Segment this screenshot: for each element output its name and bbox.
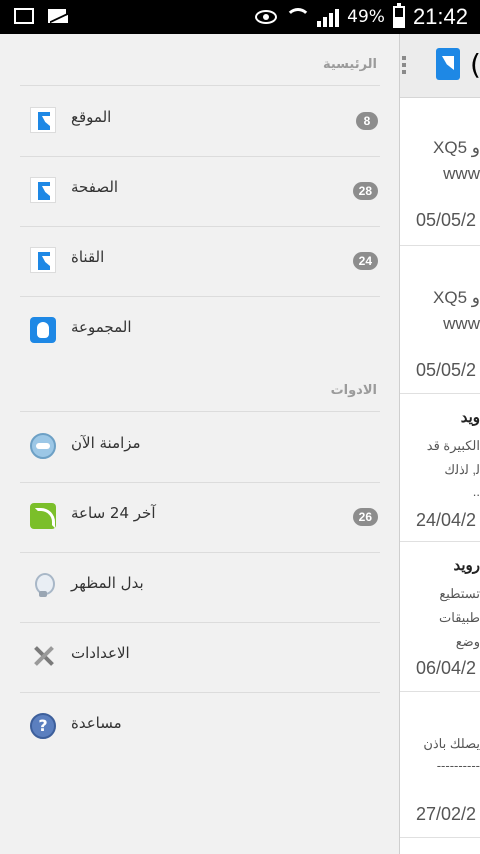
list-item[interactable]: XQ5 و www 05/05/2 xyxy=(400,246,480,394)
count-badge: 28 xyxy=(352,182,378,200)
list-item-text: ---------- xyxy=(436,758,480,773)
tools-icon xyxy=(30,643,56,669)
count-badge: 26 xyxy=(352,508,378,526)
app-toolbar: ( xyxy=(400,34,480,98)
drawer-item-label: المجموعة xyxy=(71,318,132,336)
list-item-text: ﻟ, ﻟذﻟك xyxy=(444,462,480,477)
page-logo-icon xyxy=(30,177,56,203)
list-item-text: وضع xyxy=(455,634,480,649)
drawer-item-last-24h[interactable]: آخر 24 ساعة 26 xyxy=(20,482,380,552)
clock: 21:42 xyxy=(412,4,468,29)
eye-icon xyxy=(255,10,278,24)
rss-icon xyxy=(30,503,56,529)
sync-icon xyxy=(30,433,56,459)
drawer-item-label: بدل المظهر xyxy=(71,574,144,592)
mail-icon xyxy=(48,9,68,23)
list-item-text: XQ5 و xyxy=(433,138,480,157)
list-item-date: 06/04/2 xyxy=(416,658,477,678)
drawer-item-label: مساعدة xyxy=(71,714,122,732)
group-icon xyxy=(30,317,56,343)
drawer-item-page[interactable]: الصفحة 28 xyxy=(20,156,380,226)
count-badge: 24 xyxy=(352,252,378,270)
list-item[interactable]: يصلك باذن ---------- 27/02/2 xyxy=(400,692,480,838)
list-item-date: 24/04/2 xyxy=(416,510,477,530)
list-item-text: تستطيع xyxy=(439,586,480,601)
battery-percent: 49% xyxy=(347,7,385,27)
list-item-text: الكبيرة قد xyxy=(426,438,480,453)
count-badge: 8 xyxy=(356,112,378,130)
drawer-item-label: الصفحة xyxy=(71,178,119,196)
list-item-text: www xyxy=(443,164,480,183)
wifi-icon xyxy=(285,8,312,26)
drawer-item-label: الموقع xyxy=(71,108,112,126)
status-bar: 49% 21:42 xyxy=(0,0,480,34)
gallery-icon xyxy=(14,8,34,24)
status-right: 49% 21:42 xyxy=(255,3,468,30)
drawer-item-label: القناة xyxy=(71,248,105,266)
section-header-tools: الادوات xyxy=(330,383,377,398)
section-header-main: الرئيسية xyxy=(322,57,377,72)
drawer-item-label: الاعدادات xyxy=(71,644,130,662)
list-item-date: 05/05/2 xyxy=(416,210,477,230)
overflow-menu-icon[interactable] xyxy=(402,56,406,76)
status-left xyxy=(14,8,68,24)
background-app: ( XQ5 و www 05/05/2 XQ5 و www 05/05/2 وي… xyxy=(400,34,480,854)
page-logo-icon xyxy=(30,107,56,133)
drawer-item-sync-now[interactable]: مزامنة الآن xyxy=(20,412,380,482)
drawer-item-change-theme[interactable]: بدل المظهر xyxy=(20,552,380,622)
drawer-item-group[interactable]: المجموعة xyxy=(20,296,380,366)
help-icon: ? xyxy=(30,713,56,739)
bulb-icon xyxy=(30,573,56,599)
drawer-item-site[interactable]: الموقع 8 xyxy=(20,86,380,156)
signal-icon xyxy=(317,7,340,27)
list-item[interactable]: ويد الكبيرة قد ﻟ, ﻟذﻟك .. 24/04/2 xyxy=(400,394,480,542)
drawer-item-channel[interactable]: القناة 24 xyxy=(20,226,380,296)
drawer-item-label: مزامنة الآن xyxy=(71,434,141,452)
page-logo-icon xyxy=(30,247,56,273)
list-item-date: 27/02/2 xyxy=(416,804,477,824)
navigation-drawer: الرئيسية الموقع 8 الصفحة 28 القناة 24 ال… xyxy=(0,34,400,854)
list-item-text: XQ5 و xyxy=(433,288,480,307)
list-item-text: .. xyxy=(472,484,480,499)
toolbar-text: ( xyxy=(470,48,480,81)
list-item-text: www xyxy=(443,314,480,333)
list-item-title: ويد xyxy=(460,409,480,426)
list-item-title: روید xyxy=(453,557,480,574)
list-item-text: طبيقات xyxy=(439,610,480,625)
list-item-text: يصلك باذن xyxy=(423,736,480,751)
drawer-item-settings[interactable]: الاعدادات xyxy=(20,622,380,692)
app-logo-icon xyxy=(436,48,460,80)
list-item[interactable]: روید تستطيع طبيقات وضع 06/04/2 xyxy=(400,542,480,692)
drawer-item-label: آخر 24 ساعة xyxy=(71,504,156,522)
list-item[interactable]: XQ5 و www 05/05/2 xyxy=(400,98,480,246)
battery-icon xyxy=(392,3,405,28)
drawer-item-help[interactable]: ? مساعدة xyxy=(20,692,380,762)
list-item-date: 05/05/2 xyxy=(416,360,477,380)
